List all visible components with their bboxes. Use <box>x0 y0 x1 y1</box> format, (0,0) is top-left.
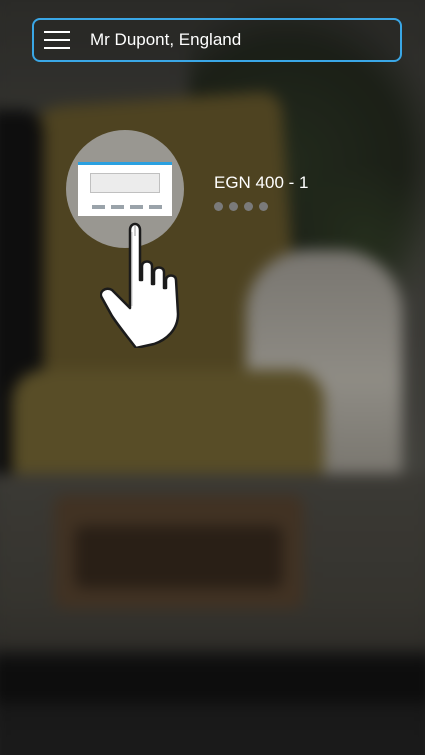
location-label: Mr Dupont, England <box>90 30 242 49</box>
device-name[interactable]: EGN 400 - 1 <box>214 173 309 193</box>
status-dot <box>244 202 253 211</box>
tap-hand-icon <box>100 222 180 348</box>
thermostat-icon <box>78 162 172 216</box>
status-dot <box>214 202 223 211</box>
location-bar[interactable]: Mr Dupont, England <box>32 18 402 62</box>
device-status-dots <box>214 202 268 211</box>
status-dot <box>229 202 238 211</box>
home-screen: Mr Dupont, England EGN 400 - 1 <box>0 0 425 755</box>
background-photo <box>0 0 425 755</box>
status-dot <box>259 202 268 211</box>
hamburger-menu-icon[interactable] <box>44 31 70 49</box>
